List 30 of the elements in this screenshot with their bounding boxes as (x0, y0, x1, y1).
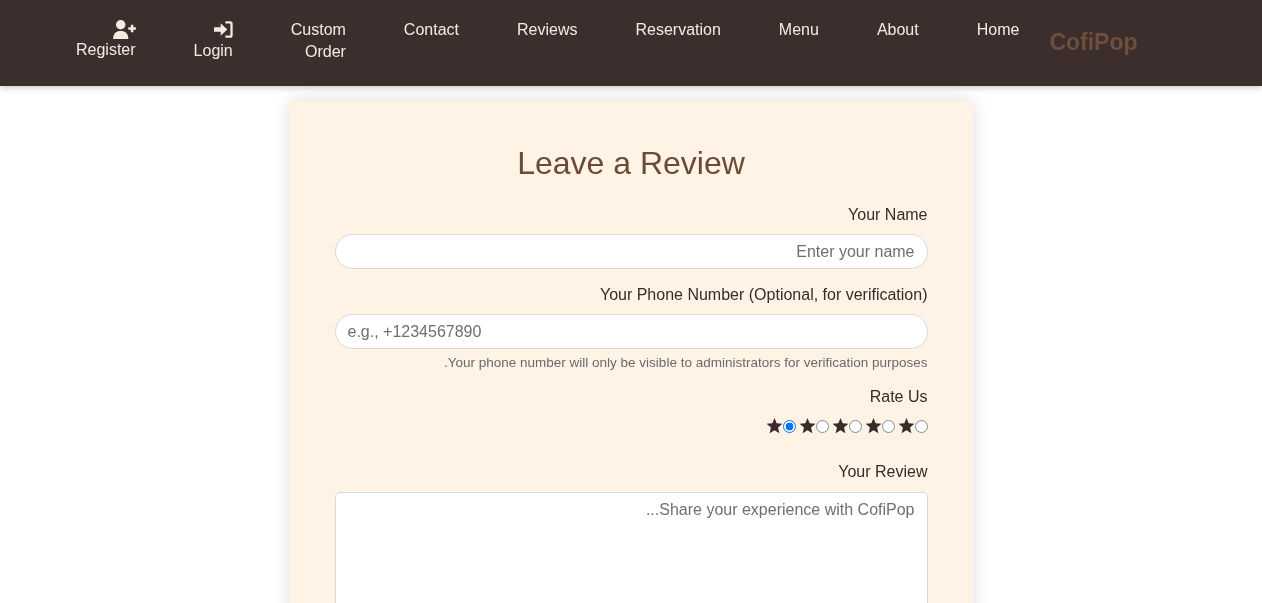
star-icon (831, 418, 849, 434)
field-label: Rate Us (869, 388, 928, 406)
nav-link[interactable]: Reservation (635, 19, 721, 41)
nav-link[interactable]: Reviews (517, 19, 578, 41)
star-icon (765, 418, 783, 434)
form-title: Leave a Review (516, 144, 746, 183)
review-field[interactable]: ...Share your experience with CofiPop (334, 492, 928, 603)
user-plus-icon (112, 20, 136, 39)
rating-radio[interactable] (782, 419, 796, 433)
star-icon (897, 418, 915, 434)
nav-link[interactable]: Login (193, 19, 233, 62)
nav-link[interactable]: Register (76, 19, 136, 61)
rating-radio[interactable] (848, 419, 862, 433)
nav-link[interactable]: Custom Order (290, 19, 346, 63)
star-icon (864, 418, 882, 434)
nav-link[interactable]: Home (976, 19, 1020, 41)
helper-text: .Your phone number will only be visible to administrators for verification purposes (444, 355, 928, 371)
rating-radio[interactable] (881, 419, 895, 433)
field-label: Your Review (838, 463, 928, 481)
field-label: Your Name (848, 206, 928, 224)
star-icon (798, 418, 816, 434)
field-label: Your Phone Number (Optional, for verification) (599, 286, 928, 304)
nav-link[interactable]: Contact (403, 19, 459, 41)
nav-link[interactable]: About (876, 19, 919, 41)
name-field[interactable]: Enter your name (334, 234, 928, 269)
phone-field[interactable]: e.g., +1234567890 (334, 314, 928, 349)
rating-radio[interactable] (914, 419, 928, 433)
nav-link[interactable]: Menu (778, 19, 819, 41)
rating-radio[interactable] (815, 419, 829, 433)
sign-in-icon (213, 21, 233, 38)
